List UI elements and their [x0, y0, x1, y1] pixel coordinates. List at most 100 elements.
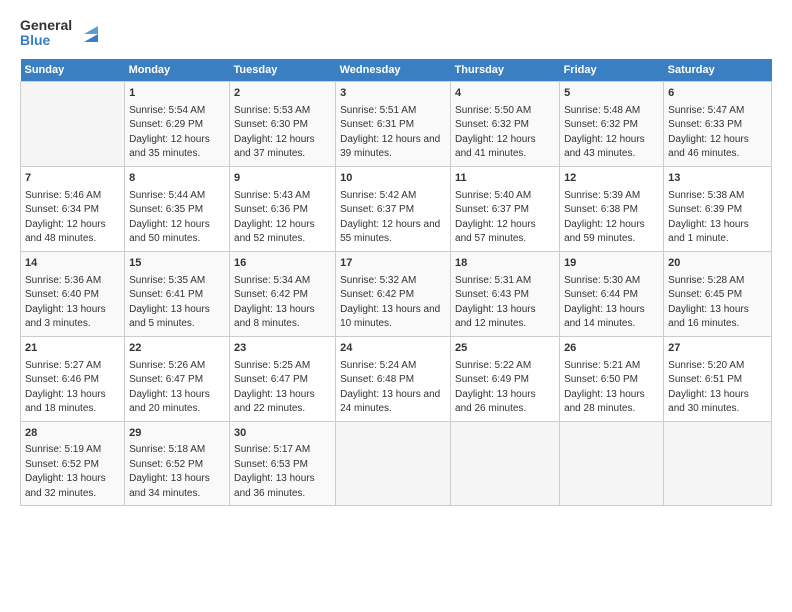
day-header-saturday: Saturday [664, 59, 772, 82]
sunset-text: Sunset: 6:29 PM [129, 118, 225, 133]
calendar-cell: 7Sunrise: 5:46 AMSunset: 6:34 PMDaylight… [21, 166, 125, 251]
day-number: 19 [564, 256, 659, 272]
daylight-text: Daylight: 13 hours and 26 minutes. [455, 388, 555, 417]
day-number: 8 [129, 171, 225, 187]
daylight-text: Daylight: 12 hours and 48 minutes. [25, 218, 120, 247]
sunrise-text: Sunrise: 5:32 AM [340, 274, 446, 289]
calendar-cell [21, 81, 125, 166]
sunrise-text: Sunrise: 5:31 AM [455, 274, 555, 289]
sunrise-text: Sunrise: 5:27 AM [25, 359, 120, 374]
daylight-text: Daylight: 13 hours and 3 minutes. [25, 303, 120, 332]
day-number: 20 [668, 256, 767, 272]
daylight-text: Daylight: 12 hours and 46 minutes. [668, 133, 767, 162]
calendar-cell: 26Sunrise: 5:21 AMSunset: 6:50 PMDayligh… [560, 336, 664, 421]
sunrise-text: Sunrise: 5:38 AM [668, 189, 767, 204]
day-number: 25 [455, 341, 555, 357]
day-number: 2 [234, 86, 331, 102]
sunrise-text: Sunrise: 5:39 AM [564, 189, 659, 204]
sunset-text: Sunset: 6:49 PM [455, 373, 555, 388]
sunset-text: Sunset: 6:37 PM [455, 203, 555, 218]
logo-text-blue: Blue [20, 33, 72, 48]
sunrise-text: Sunrise: 5:19 AM [25, 443, 120, 458]
daylight-text: Daylight: 12 hours and 55 minutes. [340, 218, 446, 247]
day-number: 27 [668, 341, 767, 357]
sunset-text: Sunset: 6:45 PM [668, 288, 767, 303]
sunset-text: Sunset: 6:40 PM [25, 288, 120, 303]
sunrise-text: Sunrise: 5:51 AM [340, 104, 446, 119]
sunrise-text: Sunrise: 5:21 AM [564, 359, 659, 374]
sunset-text: Sunset: 6:30 PM [234, 118, 331, 133]
day-number: 3 [340, 86, 446, 102]
daylight-text: Daylight: 12 hours and 37 minutes. [234, 133, 331, 162]
daylight-text: Daylight: 13 hours and 34 minutes. [129, 472, 225, 501]
day-number: 6 [668, 86, 767, 102]
day-header-tuesday: Tuesday [230, 59, 336, 82]
daylight-text: Daylight: 13 hours and 18 minutes. [25, 388, 120, 417]
sunrise-text: Sunrise: 5:25 AM [234, 359, 331, 374]
day-number: 21 [25, 341, 120, 357]
daylight-text: Daylight: 12 hours and 43 minutes. [564, 133, 659, 162]
calendar-week-row: 21Sunrise: 5:27 AMSunset: 6:46 PMDayligh… [21, 336, 772, 421]
daylight-text: Daylight: 12 hours and 35 minutes. [129, 133, 225, 162]
calendar-cell: 19 Sunrise: 5:30 AMSunset: 6:44 PMDayligh… [560, 251, 664, 336]
day-number: 9 [234, 171, 331, 187]
sunrise-text: Sunrise: 5:34 AM [234, 274, 331, 289]
daylight-text: Daylight: 13 hours and 14 minutes. [564, 303, 659, 332]
day-number: 7 [25, 171, 120, 187]
calendar-cell: 8 Sunrise: 5:44 AMSunset: 6:35 PMDaylight… [125, 166, 230, 251]
sunset-text: Sunset: 6:51 PM [668, 373, 767, 388]
calendar-cell: 24Sunrise: 5:24 AMSunset: 6:48 PMDayligh… [336, 336, 451, 421]
sunset-text: Sunset: 6:50 PM [564, 373, 659, 388]
daylight-text: Daylight: 13 hours and 24 minutes. [340, 388, 446, 417]
calendar-cell [451, 421, 560, 506]
sunset-text: Sunset: 6:43 PM [455, 288, 555, 303]
sunrise-text: Sunrise: 5:44 AM [129, 189, 225, 204]
calendar-cell: 14 Sunrise: 5:36 AMSunset: 6:40 PMDayligh… [21, 251, 125, 336]
sunset-text: Sunset: 6:42 PM [234, 288, 331, 303]
sunrise-text: Sunrise: 5:42 AM [340, 189, 446, 204]
day-number: 26 [564, 341, 659, 357]
calendar-cell: 25Sunrise: 5:22 AMSunset: 6:49 PMDayligh… [451, 336, 560, 421]
daylight-text: Daylight: 13 hours and 36 minutes. [234, 472, 331, 501]
day-number: 14 [25, 256, 120, 272]
sunset-text: Sunset: 6:37 PM [340, 203, 446, 218]
sunset-text: Sunset: 6:44 PM [564, 288, 659, 303]
day-number: 29 [129, 426, 225, 442]
calendar-cell: 21Sunrise: 5:27 AMSunset: 6:46 PMDayligh… [21, 336, 125, 421]
calendar-cell: 30Sunrise: 5:17 AMSunset: 6:53 PMDayligh… [230, 421, 336, 506]
daylight-text: Daylight: 12 hours and 50 minutes. [129, 218, 225, 247]
sunset-text: Sunset: 6:34 PM [25, 203, 120, 218]
sunset-text: Sunset: 6:36 PM [234, 203, 331, 218]
day-number: 4 [455, 86, 555, 102]
calendar-cell: 9Sunrise: 5:43 AMSunset: 6:36 PMDaylight… [230, 166, 336, 251]
daylight-text: Daylight: 13 hours and 20 minutes. [129, 388, 225, 417]
sunset-text: Sunset: 6:41 PM [129, 288, 225, 303]
sunset-text: Sunset: 6:52 PM [129, 458, 225, 473]
day-number: 16 [234, 256, 331, 272]
calendar-week-row: 1Sunrise: 5:54 AMSunset: 6:29 PMDaylight… [21, 81, 772, 166]
sunrise-text: Sunrise: 5:20 AM [668, 359, 767, 374]
calendar-header-row: SundayMondayTuesdayWednesdayThursdayFrid… [21, 59, 772, 82]
calendar-cell: 11Sunrise: 5:40 AMSunset: 6:37 PMDayligh… [451, 166, 560, 251]
daylight-text: Daylight: 12 hours and 57 minutes. [455, 218, 555, 247]
calendar-cell: 13Sunrise: 5:38 AMSunset: 6:39 PMDayligh… [664, 166, 772, 251]
calendar-cell: 4Sunrise: 5:50 AMSunset: 6:32 PMDaylight… [451, 81, 560, 166]
day-number: 13 [668, 171, 767, 187]
sunrise-text: Sunrise: 5:36 AM [25, 274, 120, 289]
calendar-week-row: 28Sunrise: 5:19 AMSunset: 6:52 PMDayligh… [21, 421, 772, 506]
sunrise-text: Sunrise: 5:28 AM [668, 274, 767, 289]
sunset-text: Sunset: 6:35 PM [129, 203, 225, 218]
sunrise-text: Sunrise: 5:26 AM [129, 359, 225, 374]
day-header-monday: Monday [125, 59, 230, 82]
day-number: 11 [455, 171, 555, 187]
day-number: 17 [340, 256, 446, 272]
daylight-text: Daylight: 12 hours and 41 minutes. [455, 133, 555, 162]
sunrise-text: Sunrise: 5:54 AM [129, 104, 225, 119]
calendar-cell: 1Sunrise: 5:54 AMSunset: 6:29 PMDaylight… [125, 81, 230, 166]
sunrise-text: Sunrise: 5:30 AM [564, 274, 659, 289]
day-header-thursday: Thursday [451, 59, 560, 82]
page-header: General Blue [20, 18, 772, 49]
sunrise-text: Sunrise: 5:53 AM [234, 104, 331, 119]
day-number: 23 [234, 341, 331, 357]
day-header-sunday: Sunday [21, 59, 125, 82]
